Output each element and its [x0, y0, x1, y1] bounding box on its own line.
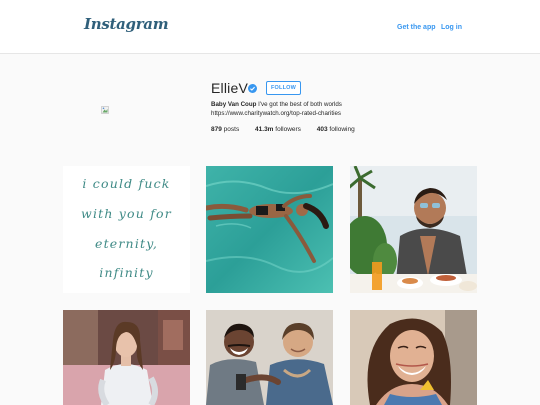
avatar[interactable] [101, 101, 109, 114]
post-tile-pink-room[interactable] [63, 310, 190, 405]
broken-image-icon [101, 106, 109, 114]
profile-stats: 879 posts 41.3m followers 403 following [211, 126, 369, 133]
post-tile-breakfast[interactable] [350, 166, 477, 293]
following-count: 403 [316, 126, 328, 133]
posts-count: 879 [211, 126, 222, 133]
profile-website-link[interactable]: https://www.charitywatch.org/top-rated-c… [211, 110, 341, 117]
breakfast-photo [350, 166, 477, 293]
log-in-link[interactable]: Log in [441, 24, 462, 31]
pool-photo [206, 166, 333, 293]
posts-stat: 879 posts [211, 126, 239, 133]
get-the-app-link[interactable]: Get the app [397, 24, 436, 31]
quote-line-4: infinity [99, 265, 154, 280]
quote-line-2: with you for [81, 206, 172, 221]
instagram-logo[interactable]: Instagram [84, 15, 169, 33]
profile-bio: I've got the best of both worlds [258, 101, 342, 108]
top-navigation-bar: Instagram Get the app Log in [0, 0, 540, 54]
profile-full-name: Baby Van Coup [211, 101, 257, 108]
followers-label: followers [275, 126, 301, 133]
two-men-photo [206, 310, 333, 405]
smiling-woman-photo [350, 310, 477, 405]
follow-button[interactable]: FOLLOW [266, 81, 301, 95]
post-tile-quote[interactable]: i could fuck with you for eternity, infi… [63, 166, 190, 293]
post-tile-smiling-woman[interactable] [350, 310, 477, 405]
following-label: following [329, 126, 355, 133]
bio-first-line: Baby Van Coup I've got the best of both … [211, 101, 342, 108]
followers-stat[interactable]: 41.3m followers [255, 126, 301, 133]
followers-count: 41.3m [255, 126, 274, 133]
posts-label: posts [223, 126, 240, 133]
quote-line-1: i could fuck [82, 176, 171, 191]
profile-username: EllieV [211, 80, 248, 96]
post-tile-two-men[interactable] [206, 310, 333, 405]
verified-badge-icon [248, 84, 257, 93]
pink-room-photo [63, 310, 190, 405]
post-tile-pool[interactable] [206, 166, 333, 293]
following-stat[interactable]: 403 following [317, 126, 355, 133]
quote-line-3: eternity, [94, 236, 159, 251]
